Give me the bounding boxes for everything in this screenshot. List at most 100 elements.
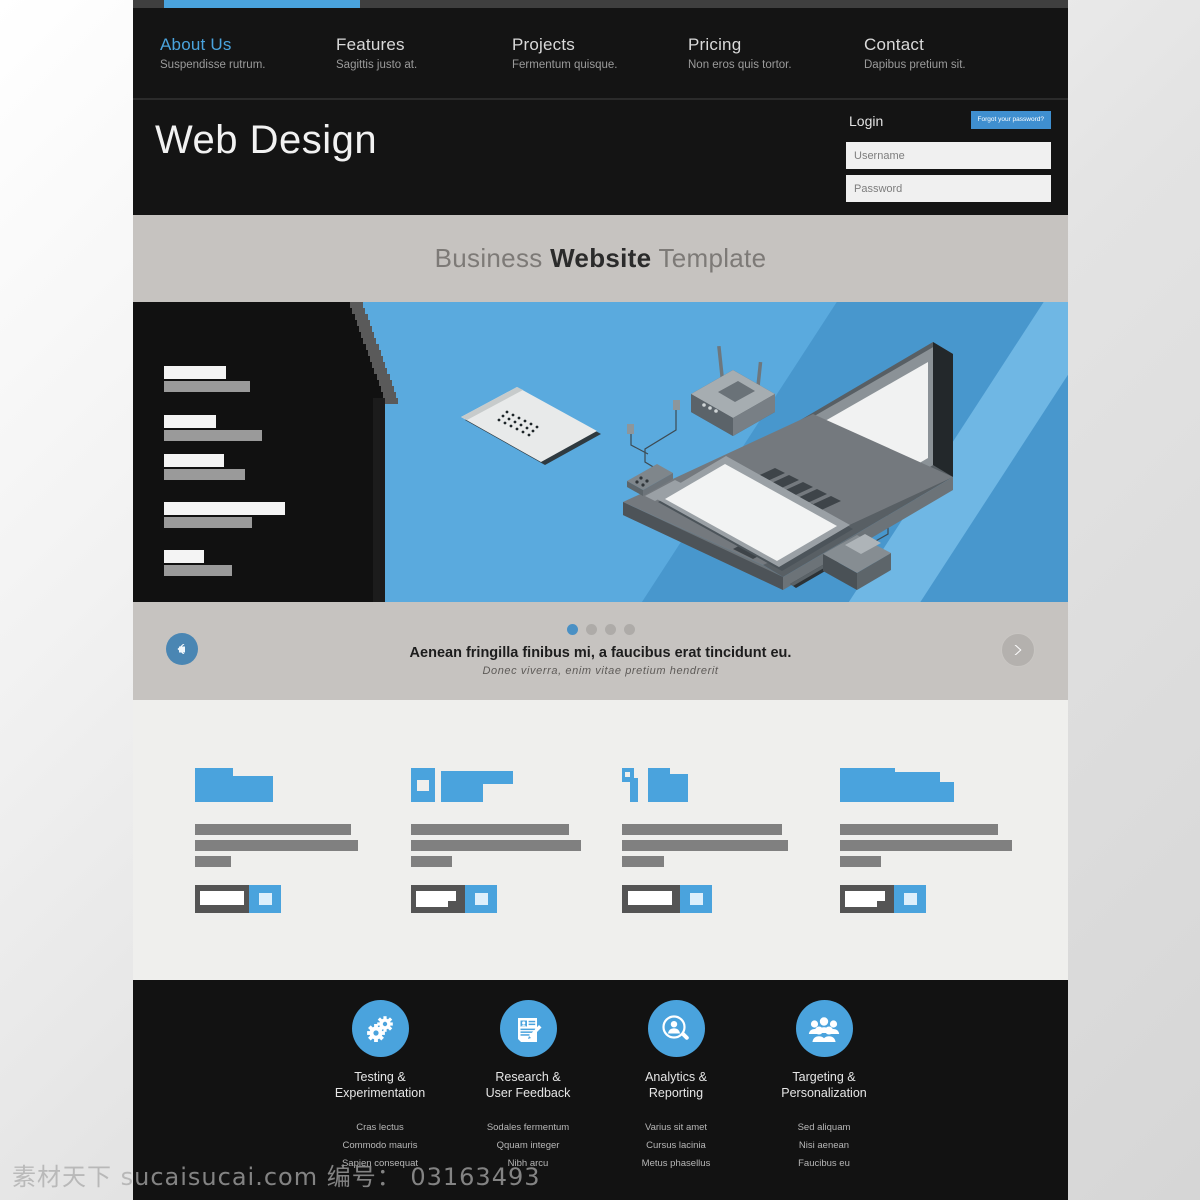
gears-icon[interactable] [351, 1000, 409, 1057]
hero-placeholder-item [164, 366, 250, 392]
username-input[interactable] [846, 142, 1051, 169]
placeholder-heading-bar [164, 415, 216, 428]
nav-item-subtitle: Dapibus pretium sit. [864, 59, 966, 71]
text-bar [195, 824, 351, 835]
feature-heading-graphic-wide-folder [840, 768, 1055, 802]
website-template-preview: About Us Suspendisse rutrum. Features Sa… [133, 0, 1068, 1200]
login-panel: Login Forgot your password? [846, 108, 1051, 202]
nav-item-about-us[interactable]: About Us Suspendisse rutrum. [160, 34, 336, 73]
slider-caption-title: Aenean fringilla finibus mi, a faucibus … [409, 645, 792, 661]
button-blue-block [894, 885, 926, 913]
nav-item-title: Pricing [688, 35, 742, 54]
nav-item-subtitle: Fermentum quisque. [512, 59, 618, 71]
connector [627, 424, 634, 434]
hero-text-panel [133, 302, 399, 602]
nav-item-contact[interactable]: Contact Dapibus pretium sit. [864, 34, 1040, 73]
placeholder-sub-bar [164, 469, 245, 480]
text-bar [840, 824, 998, 835]
text-bar [195, 840, 358, 851]
page-title: Business Website Template [435, 243, 767, 274]
slider-dots [566, 624, 635, 635]
feature-heading-graphic-folder [195, 768, 410, 802]
slider-dot-3[interactable] [604, 624, 616, 635]
feature-button-graphic[interactable] [411, 885, 626, 913]
button-blue-block [680, 885, 712, 913]
placeholder-heading-bar [164, 454, 224, 467]
feature-button-graphic[interactable] [840, 885, 1055, 913]
nav-item-title: Contact [864, 35, 924, 54]
site-footer: Testing & Experimentation Cras lectus Co… [133, 980, 1068, 1200]
footer-link[interactable]: Sed aliquam [724, 1119, 924, 1137]
footer-title-line-2: Personalization [781, 1086, 867, 1100]
button-dark-block [411, 885, 465, 913]
placeholder-sub-bar [164, 565, 232, 576]
nav-item-pricing[interactable]: Pricing Non eros quis tortor. [688, 34, 864, 73]
feature-heading-graphic-key-block [622, 768, 837, 802]
hero-slider[interactable] [133, 302, 1068, 602]
slider-caption-subtitle: Donec viverra, enim vitae pretium hendre… [482, 665, 719, 677]
footer-link[interactable]: Faucibus eu [724, 1155, 924, 1173]
feature-text-bars [195, 824, 410, 867]
feature-text-bars [622, 824, 837, 867]
nav-item-title: Projects [512, 35, 576, 54]
feature-text-bars [411, 824, 626, 867]
text-bar [622, 824, 782, 835]
main-navigation: About Us Suspendisse rutrum. Features Sa… [133, 8, 1068, 98]
slider-dot-4[interactable] [623, 624, 635, 635]
nav-list: About Us Suspendisse rutrum. Features Sa… [160, 34, 1040, 73]
placeholder-sub-bar [164, 381, 250, 392]
feature-column-1 [195, 768, 410, 913]
router-illustration [691, 345, 775, 436]
slider-dot-1[interactable] [566, 624, 578, 635]
placeholder-heading-bar [164, 502, 285, 515]
site-logo: Web Design [155, 118, 378, 162]
feature-column-2 [411, 768, 626, 913]
features-section [133, 700, 1068, 980]
nav-item-subtitle: Non eros quis tortor. [688, 59, 792, 71]
footer-title-line-1: Targeting & [792, 1070, 856, 1084]
text-bar [411, 856, 452, 867]
feature-column-3 [622, 768, 837, 913]
nav-item-projects[interactable]: Projects Fermentum quisque. [512, 34, 688, 73]
feature-text-bars [840, 824, 1055, 867]
people-group-icon[interactable] [795, 1000, 853, 1057]
placeholder-heading-bar [164, 550, 204, 563]
connector [673, 400, 680, 410]
tagline-band: Business Website Template [133, 215, 1068, 302]
feature-button-graphic[interactable] [622, 885, 837, 913]
nav-item-title: Features [336, 35, 405, 54]
hero-placeholder-item [164, 454, 245, 480]
text-bar [622, 856, 664, 867]
placeholder-heading-bar [164, 366, 226, 379]
placeholder-sub-bar [164, 517, 252, 528]
nav-item-subtitle: Suspendisse rutrum. [160, 59, 266, 71]
slider-dot-2[interactable] [585, 624, 597, 635]
feature-button-graphic[interactable] [195, 885, 410, 913]
button-dark-block [622, 885, 680, 913]
isometric-devices-illustration [433, 302, 1068, 602]
button-blue-block [465, 885, 497, 913]
login-title: Login [849, 113, 884, 129]
footer-column-title: Targeting & Personalization [724, 1069, 924, 1101]
hero-placeholder-item [164, 550, 232, 576]
browser-tab-strip [133, 0, 1068, 8]
person-search-icon[interactable] [647, 1000, 705, 1057]
nav-item-title: About Us [160, 35, 232, 54]
slider-next-button[interactable] [1001, 633, 1035, 667]
footer-links: Sed aliquam Nisi aenean Faucibus eu [724, 1119, 924, 1173]
site-header: Web Design Login Forgot your password? [133, 98, 1068, 215]
browser-active-tab[interactable] [164, 0, 360, 8]
hero-placeholder-item [164, 502, 285, 528]
button-dark-block [195, 885, 249, 913]
hero-placeholder-item [164, 415, 262, 441]
forgot-password-button[interactable]: Forgot your password? [970, 111, 1051, 129]
footer-link[interactable]: Nisi aenean [724, 1137, 924, 1155]
document-pen-icon[interactable] [499, 1000, 557, 1057]
stair-step-shade [385, 398, 399, 404]
button-blue-block [249, 885, 281, 913]
nav-item-subtitle: Sagittis justo at. [336, 59, 418, 71]
placeholder-sub-bar [164, 430, 262, 441]
password-input[interactable] [846, 175, 1051, 202]
login-header-row: Login Forgot your password? [846, 108, 1051, 136]
nav-item-features[interactable]: Features Sagittis justo at. [336, 34, 512, 73]
